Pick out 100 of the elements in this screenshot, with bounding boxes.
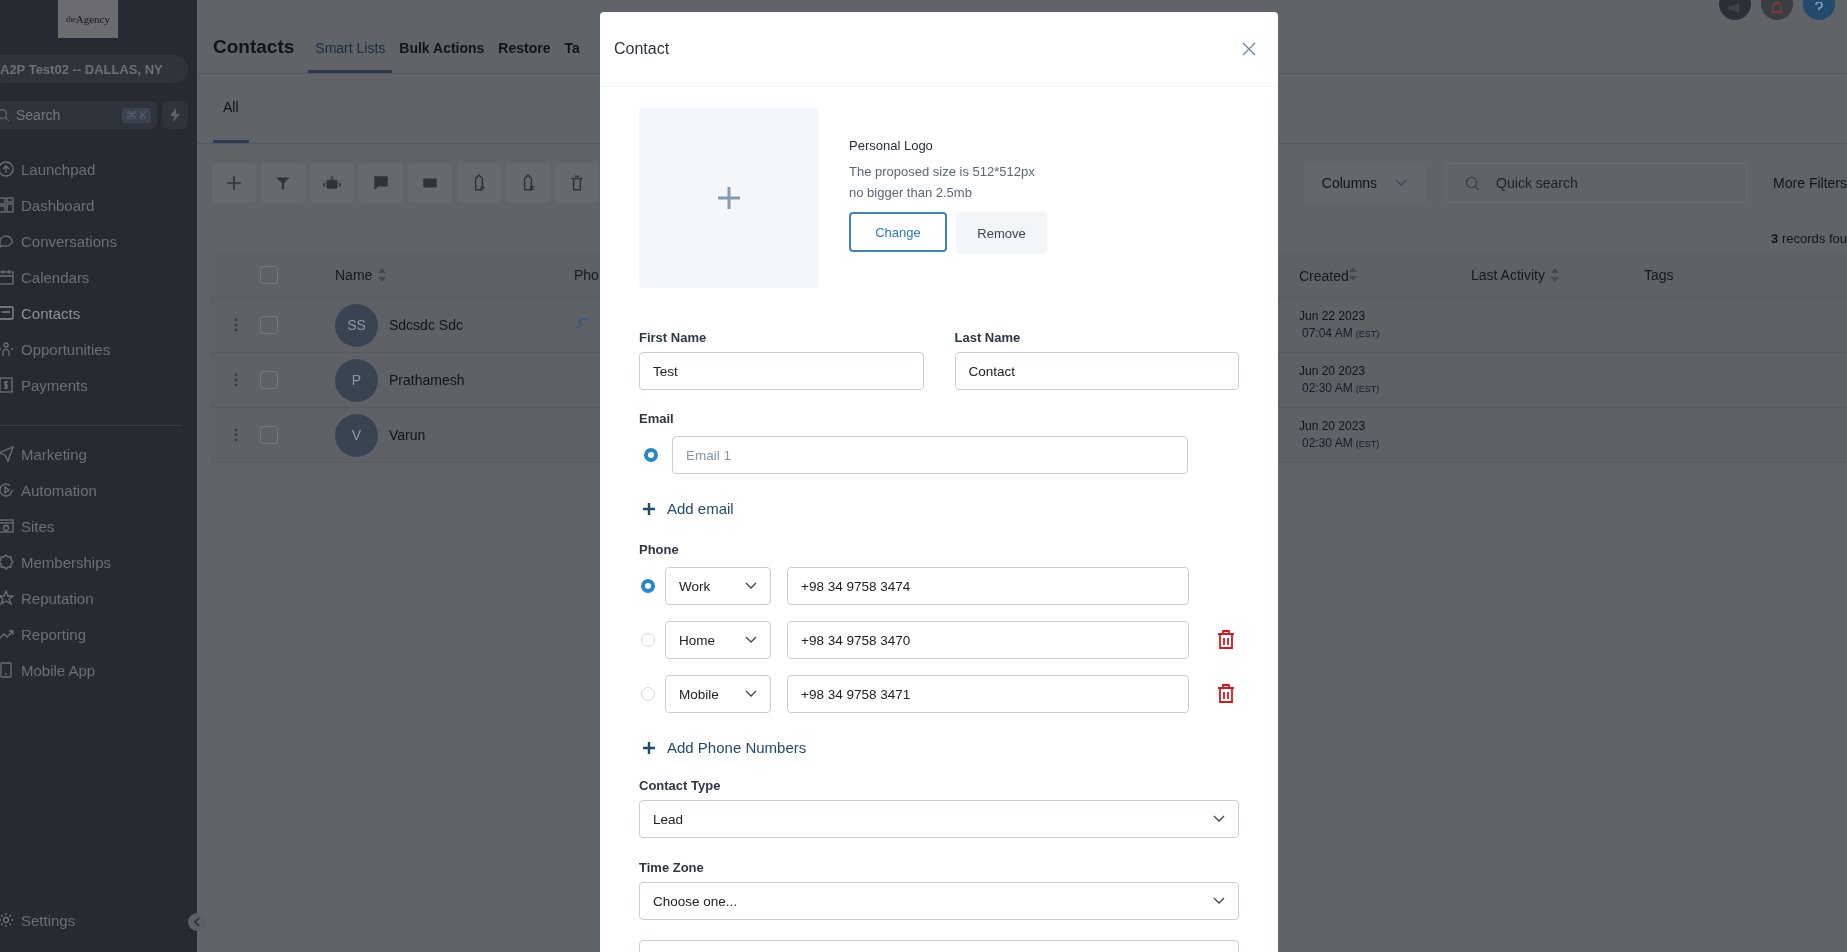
avatar: V — [335, 413, 378, 457]
columns-dropdown[interactable]: Columns — [1303, 163, 1426, 203]
sidebar-item[interactable]: Payments — [0, 367, 197, 403]
checkbox[interactable] — [260, 316, 278, 334]
search-icon — [1465, 175, 1481, 191]
mobile-phone-icon — [0, 662, 14, 678]
input-field[interactable]: Test — [639, 352, 924, 390]
trash-icon[interactable] — [1217, 684, 1235, 704]
sort-icon[interactable] — [1550, 268, 1559, 282]
message-icon — [372, 174, 390, 192]
sort-icon[interactable] — [378, 268, 387, 282]
plus-icon — [642, 501, 656, 516]
remove-button[interactable]: Remove — [956, 212, 1047, 254]
toolbar-button[interactable] — [310, 163, 354, 203]
field-label: First Name — [639, 330, 708, 345]
toolbar-button[interactable] — [457, 163, 501, 203]
toolbar-button[interactable] — [212, 163, 256, 203]
sidebar-item[interactable]: Mobile App — [0, 652, 197, 688]
tab[interactable]: Ta — [557, 0, 587, 73]
column-header[interactable]: Last Activity — [1471, 267, 1545, 283]
sidebar-item[interactable]: Reputation — [0, 580, 197, 616]
column-header: Pho — [574, 267, 599, 283]
column-header[interactable]: Name — [335, 267, 373, 283]
toolbar-button[interactable] — [261, 163, 305, 203]
kebab-menu-icon[interactable] — [233, 373, 238, 387]
browser-icon — [0, 518, 14, 534]
column-header[interactable]: Created — [1299, 267, 1349, 284]
add-link[interactable]: Add Phone Numbers — [642, 739, 807, 756]
sidebar-item[interactable]: Marketing — [0, 436, 197, 472]
calendar-icon — [0, 269, 14, 285]
sidebar-item[interactable]: Reporting — [0, 616, 197, 652]
field-label: Last Name — [954, 330, 1022, 345]
field-label: Phone — [639, 542, 680, 557]
tab[interactable]: Bulk Actions — [392, 0, 492, 73]
input-field[interactable]: +98 34 9758 3470 — [787, 621, 1189, 659]
trash-icon — [568, 174, 586, 192]
contact-name[interactable]: Prathamesh — [389, 372, 465, 388]
sidebar-item[interactable]: Conversations — [0, 223, 197, 259]
search-field[interactable]: Quick search — [1446, 163, 1749, 203]
sidebar-item[interactable]: Settings — [0, 902, 80, 938]
toolbar-button[interactable] — [555, 163, 599, 203]
sidebar-item[interactable]: Opportunities — [0, 331, 197, 367]
column-header: Tags — [1644, 267, 1674, 283]
sidebar-item[interactable]: Sites — [0, 508, 197, 544]
kebab-menu-icon[interactable] — [233, 318, 238, 332]
field-label: Contact Type — [639, 778, 722, 793]
account-switcher[interactable]: A2P Test02 -- DALLAS, NY — [0, 55, 188, 83]
close-button[interactable] — [1242, 42, 1256, 56]
quick-actions-button[interactable] — [162, 101, 188, 129]
plus-icon — [717, 186, 741, 210]
toolbar-button[interactable] — [359, 163, 403, 203]
change-button[interactable]: Change — [849, 212, 947, 252]
created-time: 02:30 AM — [1302, 381, 1353, 395]
automation-icon — [0, 482, 14, 498]
tab[interactable]: Restore — [491, 0, 558, 73]
radio-button[interactable] — [641, 579, 655, 593]
chevron-down-icon — [745, 690, 757, 698]
phone-type-dropdown[interactable]: Home — [665, 621, 771, 659]
phone-type-dropdown[interactable]: Mobile — [665, 675, 771, 713]
contact-name[interactable]: Sdcsdc Sdc — [389, 317, 463, 333]
collapse-button[interactable] — [188, 913, 206, 931]
contact-name[interactable]: Varun — [389, 427, 426, 443]
time-zone: (EST) — [1355, 439, 1380, 449]
logo-upload-area[interactable] — [639, 108, 819, 288]
sort-icon[interactable] — [1348, 266, 1357, 281]
add-link[interactable]: Add email — [642, 500, 734, 517]
toolbar-button[interactable] — [506, 163, 550, 203]
tab[interactable]: Smart Lists — [308, 0, 393, 73]
paper-plane-icon — [0, 446, 14, 462]
sidebar-item[interactable]: Memberships — [0, 544, 197, 580]
input-field[interactable]: +98 34 9758 3474 — [787, 567, 1189, 605]
input-field[interactable]: +98 34 9758 3471 — [787, 675, 1189, 713]
sidebar-item[interactable]: Contacts — [0, 295, 197, 331]
dropdown[interactable]: Choose one... — [639, 882, 1239, 920]
records-count: 3 records fou — [1771, 231, 1847, 248]
chevron-down-icon — [1213, 897, 1225, 905]
sidebar-item[interactable]: Automation — [0, 472, 197, 508]
trash-icon[interactable] — [1217, 630, 1235, 650]
checkbox[interactable] — [260, 426, 278, 444]
sidebar-item[interactable]: Dashboard — [0, 187, 197, 223]
sidebar-item[interactable]: Calendars — [0, 259, 197, 295]
more-filters-button[interactable]: More Filters — [1753, 163, 1847, 203]
tab[interactable]: All — [213, 74, 249, 143]
phone-icon[interactable] — [574, 316, 588, 330]
input-field[interactable]: Contact — [954, 352, 1239, 390]
phone-type-dropdown[interactable]: Work — [665, 567, 771, 605]
dropdown[interactable]: Lead — [639, 800, 1239, 838]
checkbox[interactable] — [260, 371, 278, 389]
close-icon — [1242, 42, 1256, 56]
dialog-title: Contact — [614, 40, 670, 58]
search-placeholder: Search — [16, 107, 62, 123]
search-icon — [0, 108, 10, 122]
kebab-menu-icon[interactable] — [233, 428, 238, 442]
toolbar-button[interactable] — [408, 163, 452, 203]
input-field[interactable]: Email 1 — [672, 436, 1188, 474]
radio-button[interactable] — [644, 448, 658, 462]
sidebar-item[interactable]: Launchpad — [0, 151, 197, 187]
chat-bubble-icon — [0, 233, 14, 249]
people-icon — [0, 341, 14, 357]
checkbox[interactable] — [260, 266, 278, 284]
